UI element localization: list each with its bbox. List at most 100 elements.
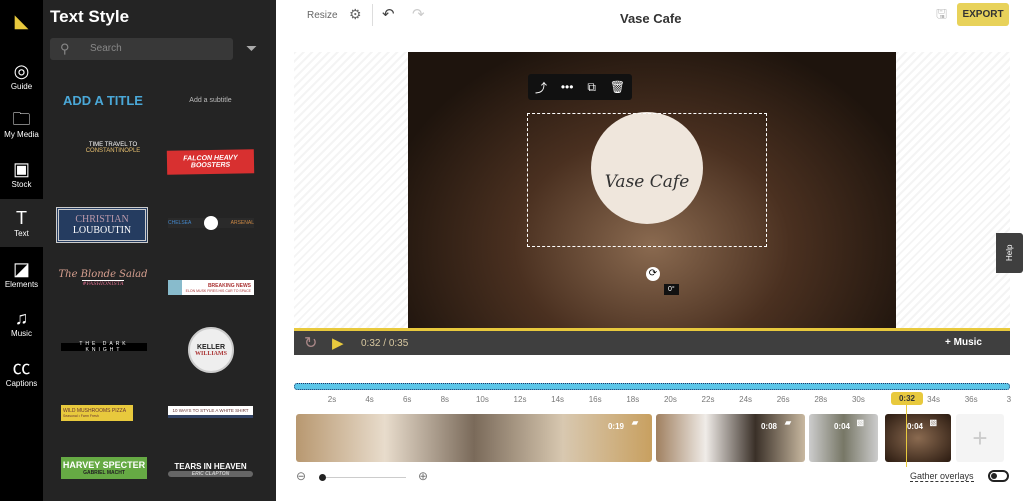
- music-icon: ♫: [14, 308, 29, 328]
- style-keller-williams[interactable]: KELLER WILLIAMS: [188, 327, 234, 373]
- clip-2[interactable]: 0:08 ▰: [656, 414, 805, 462]
- selection-box[interactable]: [527, 113, 767, 247]
- text-icon: T: [16, 208, 27, 228]
- search-input[interactable]: ⚲ Search: [50, 38, 233, 60]
- clip-duration: 0:04: [906, 422, 923, 431]
- add-music-button[interactable]: + Music: [945, 337, 982, 348]
- trash-icon[interactable]: 🗑: [610, 80, 625, 94]
- style-christian-louboutin[interactable]: CHRISTIAN LOUBOUTIN: [56, 207, 148, 243]
- replay-icon[interactable]: ↻: [304, 333, 317, 353]
- style-time-travel[interactable]: TIME TRAVEL TO CONSTANTINOPLE: [68, 138, 158, 158]
- background-photo[interactable]: ⤴ ••• ⧉ 🗑 Vase Cafe ⟳ 0°: [408, 52, 896, 328]
- style-text: ADD A TITLE: [63, 92, 143, 108]
- rail-label: Guide: [10, 82, 33, 91]
- clip-1[interactable]: 0:19 ▰: [296, 414, 652, 462]
- style-text: KELLER: [197, 343, 225, 351]
- zoom-slider-handle[interactable]: [319, 474, 326, 481]
- shapes-icon: ◪: [12, 259, 30, 279]
- ruler-tick: 20s: [663, 395, 677, 404]
- style-sub: ELON MUSK FIRES HIS CAR TO SPACE: [185, 288, 251, 293]
- style-text: 10 WAYS TO STYLE A WHITE SHIRT: [172, 408, 249, 413]
- zoom-out-icon[interactable]: ⊖: [296, 469, 306, 483]
- rail-item-captions[interactable]: ㏄ Captions: [0, 357, 43, 388]
- panel-title: Text Style: [50, 7, 130, 26]
- style-sub: GABRIEL MACHT: [83, 470, 125, 476]
- project-title[interactable]: Vase Cafe: [620, 11, 681, 26]
- style-dark-knight[interactable]: THE DARK KNIGHT: [61, 341, 147, 353]
- ruler-tick: 22s: [701, 395, 715, 404]
- redo-icon[interactable]: ↷: [412, 5, 425, 23]
- element-toolbar: ⤴ ••• ⧉ 🗑: [528, 74, 632, 100]
- rail-label: Stock: [11, 180, 32, 189]
- current-time: 0:32: [361, 338, 381, 349]
- style-wild-mushrooms[interactable]: WILD MUSHROOMS PIZZA Seasonal • Farm Fres…: [61, 405, 133, 421]
- style-white-shirt[interactable]: 10 WAYS TO STYLE A WHITE SHIRT: [168, 406, 253, 415]
- style-text: THE DARK KNIGHT: [79, 341, 129, 353]
- style-sub: ARSENAL: [230, 220, 254, 226]
- zoom-in-icon[interactable]: ⊕: [418, 469, 428, 483]
- rotate-handle-icon[interactable]: ⟳: [646, 267, 660, 281]
- help-tab[interactable]: Help: [996, 233, 1023, 273]
- style-harvey-specter[interactable]: HARVEY SPECTER GABRIEL MACHT: [61, 457, 147, 479]
- settings-gear-icon[interactable]: ⚙: [349, 6, 362, 23]
- style-chelsea-arsenal[interactable]: CHELSEA ARSENAL: [168, 216, 254, 230]
- resize-button[interactable]: Resize: [307, 10, 338, 21]
- style-add-subtitle[interactable]: Add a subtitle: [168, 88, 253, 112]
- play-icon[interactable]: ▶: [332, 334, 344, 352]
- style-text: TEARS IN HEAVEN: [174, 461, 247, 471]
- ruler-tick: 18s: [626, 395, 640, 404]
- playhead-label[interactable]: 0:32: [891, 392, 923, 405]
- time-sep: /: [383, 338, 387, 349]
- style-text: Add a subtitle: [189, 96, 232, 104]
- badge: [204, 216, 218, 230]
- style-sub: ERIC CLAPTON: [168, 470, 253, 477]
- style-text: CHRISTIAN: [75, 214, 129, 225]
- total-time: 0:35: [388, 338, 409, 349]
- style-text: CHELSEA: [168, 220, 192, 226]
- clip-3[interactable]: 0:04 ▧: [809, 414, 878, 462]
- add-clip-button[interactable]: +: [956, 414, 1004, 462]
- gather-overlays-toggle[interactable]: [988, 470, 1009, 482]
- zoom-slider[interactable]: [326, 477, 406, 478]
- style-sub: #FASHIONISTA: [82, 280, 124, 287]
- style-add-title[interactable]: ADD A TITLE: [58, 88, 148, 112]
- share-icon[interactable]: ⤴: [535, 79, 547, 96]
- ruler-tick: 12s: [513, 395, 527, 404]
- folder-upload-icon: 🗀: [12, 109, 31, 129]
- save-icon[interactable]: 🖫: [936, 5, 947, 27]
- style-blonde-salad[interactable]: The Blonde Salad #FASHIONISTA: [58, 265, 148, 291]
- clip-4[interactable]: 0:04 ▧: [885, 414, 951, 462]
- ruler-tick: 14s: [551, 395, 565, 404]
- undo-icon[interactable]: ↶: [382, 5, 395, 23]
- ruler-tick: 8s: [440, 395, 450, 404]
- rail-label: My Media: [4, 130, 39, 139]
- film-icon: ▣: [12, 159, 30, 179]
- style-sub: Seasonal • Farm Fresh: [63, 414, 99, 418]
- rail-item-music[interactable]: ♫ Music: [0, 307, 43, 338]
- rail-label: Elements: [4, 280, 39, 289]
- filter-icon[interactable]: ⏷: [246, 40, 257, 57]
- rail-label: Music: [11, 329, 32, 338]
- style-tears-in-heaven[interactable]: TEARS IN HEAVEN ERIC CLAPTON: [168, 458, 253, 480]
- canvas-stage: ⤴ ••• ⧉ 🗑 Vase Cafe ⟳ 0°: [294, 52, 1010, 328]
- logo-icon: ◣: [14, 11, 29, 31]
- duplicate-icon[interactable]: ⧉: [587, 80, 596, 95]
- playhead-line[interactable]: [906, 405, 907, 467]
- ruler-tick: 4s: [365, 395, 374, 404]
- rail-label: Captions: [5, 379, 38, 388]
- ruler-tick: 34s: [927, 395, 941, 404]
- rail-item-text[interactable]: T Text: [0, 199, 43, 247]
- left-rail: ◣ ◎ Guide 🗀 My Media ▣ Stock T Text ◪ Element…: [0, 0, 43, 501]
- export-button[interactable]: EXPORT: [957, 3, 1009, 26]
- more-icon[interactable]: •••: [561, 80, 574, 94]
- ruler-tick: 16s: [588, 395, 602, 404]
- style-breaking-news[interactable]: BREAKING NEWS ELON MUSK FIRES HIS CAR TO …: [168, 280, 254, 295]
- rail-item-stock[interactable]: ▣ Stock: [0, 158, 43, 189]
- rail-item-elements[interactable]: ◪ Elements: [0, 258, 43, 289]
- overlay-track[interactable]: [294, 383, 1010, 390]
- rail-item-guide[interactable]: ◎ Guide: [0, 60, 43, 91]
- style-falcon-heavy[interactable]: FALCON HEAVY BOOSTERS: [166, 149, 255, 175]
- ruler-tick: 10s: [475, 395, 489, 404]
- app-logo[interactable]: ◣: [0, 10, 43, 32]
- rail-item-my-media[interactable]: 🗀 My Media: [0, 108, 43, 139]
